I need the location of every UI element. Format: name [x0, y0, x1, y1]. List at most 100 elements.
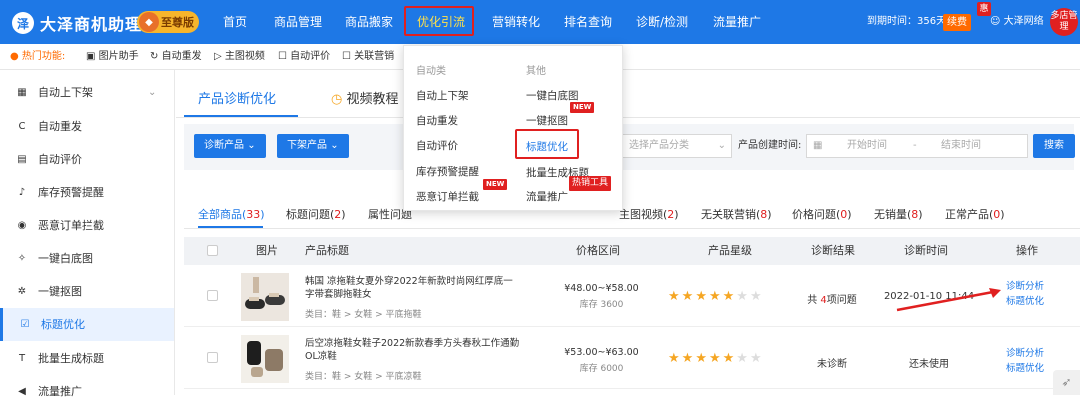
nav-product-move[interactable]: 商品搬家	[345, 0, 393, 44]
diagnose-product-button[interactable]: 诊断产品 ⌄	[194, 134, 266, 158]
star-filled-icon: ★	[695, 351, 709, 366]
sidebar-item-stock-alert[interactable]: ♪ 库存预警提醒	[0, 176, 174, 209]
grid-icon: ▦	[17, 87, 27, 98]
status-tab-price-issue[interactable]: 价格问题(0)	[792, 206, 852, 222]
sandal-image	[241, 273, 289, 321]
dropdown-item-title-optimize[interactable]: 标题优化	[526, 139, 568, 154]
app-logo[interactable]: 泽 大泽商机助理	[12, 11, 142, 35]
diagnose-result: 未诊断	[817, 359, 847, 370]
star-filled-icon: ★	[668, 289, 682, 304]
column-header: 产品标题	[305, 244, 349, 257]
nav-marketing[interactable]: 营销转化	[492, 0, 540, 44]
star-filled-icon: ★	[681, 351, 696, 366]
search-button[interactable]: 搜索	[1033, 134, 1075, 158]
rocket-icon[interactable]: ➶	[1053, 370, 1080, 395]
wand-icon: ✧	[17, 253, 27, 264]
status-tab-title-issue[interactable]: 标题问题(2)	[286, 206, 346, 222]
column-header: 图片	[256, 244, 278, 257]
sidebar-item-traffic-promo[interactable]: ◀ 流量推广	[0, 375, 174, 408]
product-thumbnail[interactable]	[241, 335, 289, 383]
dropdown-item-cutout[interactable]: 一键抠图	[526, 113, 568, 128]
date-range-picker[interactable]: ▦ 开始时间 - 结束时间	[806, 134, 1028, 158]
column-header: 诊断结果	[811, 244, 855, 257]
sidebar: ▦ 自动上下架 ⌄ C 自动重发 ▤ 自动评价 ♪ 库存预警提醒 ◉ 恶意订单拦截 ✧ 一键白…	[0, 70, 175, 398]
star-rating: ★★★★★★★	[668, 351, 764, 366]
divider	[184, 228, 1080, 229]
dropdown-item-auto-shelf[interactable]: 自动上下架	[416, 88, 469, 103]
star-filled-icon: ★	[708, 289, 723, 304]
sidebar-item-auto-repost[interactable]: C 自动重发	[0, 110, 174, 143]
dropdown-item-auto-repost[interactable]: 自动重发	[416, 113, 458, 128]
sandal-image	[241, 335, 289, 383]
clock-icon: ◷	[331, 92, 343, 107]
user-icon: ☺	[990, 16, 1001, 27]
discount-badge: 惠	[977, 2, 991, 16]
renew-button[interactable]: 续费	[943, 14, 971, 31]
user-menu[interactable]: ☺ 大泽网络	[990, 0, 1044, 44]
dropdown-item-white-bg[interactable]: 一键白底图	[526, 88, 579, 103]
sidebar-item-auto-shelf[interactable]: ▦ 自动上下架 ⌄	[0, 76, 174, 109]
product-thumbnail[interactable]	[241, 273, 289, 321]
diagnose-analysis-link[interactable]: 诊断分析	[1006, 280, 1044, 293]
hot-item-auto-repost[interactable]: ↻ 自动重发	[150, 44, 202, 70]
top-nav-bar: 泽 大泽商机助理 ◆ 至尊版 首页 商品管理 商品搬家 优化引流 营销转化 排名查…	[0, 0, 1080, 44]
nav-product-manage[interactable]: 商品管理	[274, 0, 322, 44]
hot-item-auto-review[interactable]: ☐ 自动评价	[278, 44, 330, 70]
nav-diagnose[interactable]: 诊断/检测	[636, 0, 688, 44]
app-name: 大泽商机助理	[40, 15, 143, 34]
status-tab-no-sales[interactable]: 无销量(8)	[874, 206, 923, 222]
sidebar-item-cutout[interactable]: ✲ 一键抠图	[0, 275, 174, 308]
product-title[interactable]: 后空凉拖鞋女鞋子2022新款春季方头春秋工作通勤OL凉鞋	[305, 337, 520, 363]
diagnose-analysis-link[interactable]: 诊断分析	[1006, 347, 1044, 360]
tab-video-tutorial[interactable]: ◷ 视频教程	[331, 88, 399, 107]
delist-product-button[interactable]: 下架产品 ⌄	[277, 134, 349, 158]
dropdown-item-traffic-promo[interactable]: 流量推广	[526, 189, 568, 204]
user-name: 大泽网络	[1003, 16, 1044, 27]
diagnose-time: 还未使用	[909, 359, 949, 370]
dropdown-item-auto-review[interactable]: 自动评价	[416, 138, 458, 153]
refresh-icon: C	[18, 121, 26, 132]
nav-traffic-promo[interactable]: 流量推广	[713, 0, 761, 44]
dropdown-group-auto: 自动类	[416, 66, 446, 77]
sidebar-item-batch-title[interactable]: T 批量生成标题	[0, 342, 174, 375]
status-tab-no-marketing[interactable]: 无关联营销(8)	[701, 206, 772, 222]
sidebar-item-white-bg[interactable]: ✧ 一键白底图	[0, 242, 174, 275]
star-rating: ★★★★★★★	[668, 289, 764, 304]
hot-item-image-helper[interactable]: ▣ 图片助手	[86, 44, 139, 70]
sidebar-item-title-optimize[interactable]: ☑ 标题优化	[0, 308, 174, 341]
dropdown-item-order-block[interactable]: 恶意订单拦截	[416, 189, 479, 204]
nav-rank-query[interactable]: 排名查询	[564, 0, 612, 44]
chevron-down-icon: ⌄	[330, 140, 339, 151]
status-tab-main-video[interactable]: 主图视频(2)	[619, 206, 679, 222]
row-checkbox[interactable]	[207, 290, 218, 301]
select-all-checkbox[interactable]	[207, 245, 218, 256]
star-filled-icon: ★	[722, 289, 737, 304]
table-row: 后空凉拖鞋女鞋子2022新款春季方头春秋工作通勤OL凉鞋 类目：鞋 > 女鞋 >…	[184, 327, 1080, 389]
star-filled-icon: ★	[722, 351, 737, 366]
fire-icon: ●	[10, 51, 19, 62]
sidebar-item-auto-review[interactable]: ▤ 自动评价	[0, 143, 174, 176]
diagnose-result: 共 4项问题	[807, 295, 857, 306]
title-optimize-link[interactable]: 标题优化	[1006, 362, 1044, 375]
row-checkbox[interactable]	[207, 352, 218, 363]
status-tab-normal[interactable]: 正常产品(0)	[945, 206, 1005, 222]
dropdown-item-stock-alert[interactable]: 库存预警提醒	[416, 164, 479, 179]
title-optimize-link[interactable]: 标题优化	[1006, 295, 1044, 308]
product-category: 类目：鞋 > 女鞋 > 平底凉鞋	[305, 372, 422, 382]
hot-item-main-video[interactable]: ▷ 主图视频	[214, 44, 265, 70]
new-badge: NEW	[483, 179, 508, 190]
stock: 库存 6000	[579, 364, 624, 374]
status-tab-all[interactable]: 全部商品(33)	[198, 206, 265, 222]
nav-home[interactable]: 首页	[223, 0, 247, 44]
sidebar-item-order-block[interactable]: ◉ 恶意订单拦截	[0, 209, 174, 242]
category-select[interactable]: 选择产品分类 ⌄	[622, 134, 732, 158]
nav-optimize-traffic[interactable]: 优化引流	[417, 0, 465, 44]
divider	[176, 117, 1080, 118]
image-icon: ▣	[86, 51, 96, 62]
multi-store-button[interactable]: 多店管理	[1050, 8, 1078, 36]
hot-item-related-marketing[interactable]: ☐ 关联营销	[342, 44, 394, 70]
tab-product-diagnose[interactable]: 产品诊断优化	[198, 88, 276, 107]
column-header: 产品星级	[708, 244, 752, 257]
product-title[interactable]: 韩国 凉拖鞋女夏外穿2022年新款时尚网红厚底一字带套脚拖鞋女	[305, 275, 520, 301]
crown-icon: ◆	[139, 12, 159, 32]
